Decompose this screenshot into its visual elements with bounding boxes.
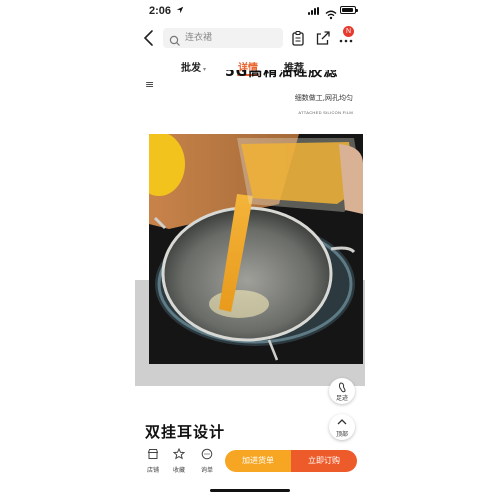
footprint-icon — [338, 382, 346, 393]
bottom-action-bar: 店铺 收藏 询单 加进货单 立即订购 — [135, 446, 365, 476]
battery-icon — [340, 6, 358, 14]
wifi-icon — [325, 5, 337, 20]
add-to-cart-button[interactable]: 加进货单 — [225, 450, 291, 472]
status-bar: 2:06 — [135, 0, 365, 22]
phone-screen: 2:06 连衣裙 N 批发 ▾ 详情 推荐 5G高精油硅胶滤 ≡ 细数做工,网孔… — [135, 0, 365, 498]
feature-caption: ATTACHED SILICON FILM — [298, 110, 353, 115]
feature-subtitle: 细数做工,网孔均匀 — [294, 94, 353, 102]
home-indicator — [210, 489, 290, 492]
favorite-button[interactable]: 收藏 — [167, 448, 191, 474]
buy-now-button[interactable]: 立即订购 — [291, 450, 357, 472]
inquiry-label: 询单 — [200, 467, 213, 474]
arrow-up-icon — [337, 419, 347, 425]
cellular-signal-icon — [308, 7, 322, 15]
footprint-label: 足迹 — [335, 395, 348, 402]
search-box[interactable] — [163, 28, 283, 48]
store-icon — [147, 449, 159, 459]
top-header: N — [135, 24, 365, 52]
share-icon[interactable] — [315, 30, 331, 46]
store-button[interactable]: 店铺 — [141, 448, 165, 474]
product-photo — [149, 134, 363, 364]
clipboard-icon[interactable] — [290, 30, 306, 46]
chevron-down-icon: ▾ — [203, 66, 207, 73]
menu-icon[interactable]: ≡ — [145, 78, 154, 91]
back-to-top-label: 顶部 — [335, 431, 348, 438]
search-icon — [169, 32, 181, 46]
chevron-left-icon[interactable] — [141, 29, 157, 47]
chat-icon — [201, 448, 213, 460]
inquiry-button[interactable]: 询单 — [195, 448, 219, 474]
banner-title: 5G高精油硅胶滤网 — [225, 70, 339, 78]
section-title: 双挂耳设计 — [145, 423, 226, 441]
tab-wholesale-label: 批发 — [181, 63, 201, 74]
status-time: 2:06 — [149, 5, 172, 17]
banner-title-clipped: 5G高精油硅胶滤网 — [225, 70, 353, 78]
back-to-top-button[interactable]: 顶部 — [329, 414, 355, 440]
notification-badge: N — [343, 26, 354, 37]
tab-wholesale[interactable]: 批发 ▾ — [181, 59, 206, 74]
location-arrow-icon — [176, 6, 184, 17]
footprint-button[interactable]: 足迹 — [329, 378, 355, 404]
search-input[interactable] — [185, 31, 277, 45]
star-icon — [173, 448, 185, 460]
